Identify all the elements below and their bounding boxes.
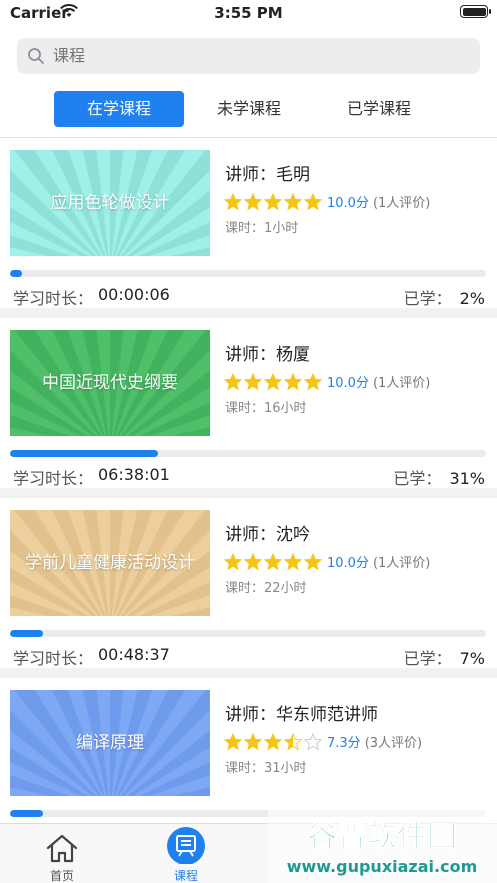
course-teacher: 讲师：华东师范讲师 (225, 705, 378, 725)
star-icon (304, 552, 322, 570)
course-title: 编译原理 (76, 733, 144, 753)
study-duration-value: 00:48:37 (98, 645, 170, 664)
progress-bar (10, 630, 486, 637)
rating-count: (3人评价) (364, 736, 423, 751)
course-title: 应用色轮做设计 (50, 193, 170, 213)
tabbar-item-home[interactable]: 首页 (0, 824, 124, 883)
rating-count: (1人评价) (372, 556, 431, 571)
course-thumbnail[interactable]: 中国近现代史纲要 (10, 330, 210, 436)
star-icon (224, 732, 242, 750)
rating-score: 10.0分 (327, 196, 369, 211)
course-teacher: 讲师：沈吟 (225, 525, 310, 545)
rating: 7.3分 (3人评价) (224, 731, 422, 751)
progress-bar (10, 450, 486, 457)
progress-fill (10, 630, 44, 637)
rating-score: 7.3分 (327, 736, 361, 751)
star-icon (224, 372, 242, 390)
star-icon (304, 372, 322, 390)
svg-text:谷普软件园: 谷普软件园 (307, 819, 457, 854)
study-duration-value: 00:00:06 (98, 285, 170, 304)
section-separator (0, 308, 497, 318)
clock-label: 3:55 PM (214, 4, 283, 22)
tabbar-label-courses: 课程 (173, 869, 198, 883)
progress-fill (10, 450, 158, 457)
star-icon (284, 732, 302, 750)
svg-text:www.gupuxiazai.com: www.gupuxiazai.com (287, 857, 478, 876)
learned-percent: 已学： 7% (404, 645, 485, 669)
rating-score: 10.0分 (327, 556, 369, 571)
status-bar: Carrier 3:55 PM (0, 0, 497, 28)
search-input[interactable] (53, 38, 453, 74)
course-thumbnail[interactable]: 编译原理 (10, 690, 210, 796)
section-separator (0, 668, 497, 678)
rating: 10.0分 (1人评价) (224, 371, 430, 391)
star-icon (284, 552, 302, 570)
my-courses-screen: Carrier 3:55 PM 在学课程 未学课程 已学课程 应用色轮做设计 讲… (0, 0, 497, 883)
learned-label: 已学： (393, 469, 442, 488)
tabbar-label-home: 首页 (49, 869, 74, 883)
rating: 10.0分 (1人评价) (224, 551, 430, 571)
course-hours: 课时：16小时 (225, 401, 307, 416)
star-icon (244, 552, 262, 570)
star-icon (264, 732, 282, 750)
learned-value: 2% (459, 289, 485, 308)
battery-icon (460, 5, 491, 18)
progress-bar (10, 270, 486, 277)
course-card[interactable]: 应用色轮做设计 讲师：毛明 10.0分 (1人评价) 课时：1小时 学习时长： 0… (0, 138, 497, 318)
star-icon (284, 192, 302, 210)
star-icon (264, 552, 282, 570)
course-hours: 课时：22小时 (225, 581, 307, 596)
course-thumbnail[interactable]: 应用色轮做设计 (10, 150, 210, 256)
course-hours: 课时：1小时 (225, 221, 299, 236)
course-teacher: 讲师：毛明 (225, 165, 310, 185)
search-icon (28, 48, 44, 64)
star-icon (244, 732, 262, 750)
rating-score: 10.0分 (327, 376, 369, 391)
course-card[interactable]: 学前儿童健康活动设计 讲师：沈吟 10.0分 (1人评价) 课时：22小时 学习时… (0, 498, 497, 678)
learned-label: 已学： (403, 649, 452, 668)
star-icon (304, 192, 322, 210)
search-bar[interactable] (17, 38, 480, 74)
rating-count: (1人评价) (372, 376, 431, 391)
star-icon (284, 372, 302, 390)
star-icon (264, 192, 282, 210)
progress-fill (10, 270, 22, 277)
learned-percent: 已学： 2% (404, 285, 485, 309)
home-icon (46, 834, 78, 863)
course-title: 学前儿童健康活动设计 (25, 553, 195, 573)
course-hours: 课时：31小时 (225, 761, 307, 776)
tab-not-started[interactable]: 未学课程 (184, 91, 314, 127)
course-teacher: 讲师：杨厦 (225, 345, 310, 365)
learned-percent: 已学： 31% (393, 465, 485, 489)
course-card[interactable]: 中国近现代史纲要 讲师：杨厦 10.0分 (1人评价) 课时：16小时 学习时长：… (0, 318, 497, 498)
course-title: 中国近现代史纲要 (42, 373, 178, 393)
study-duration-label: 学习时长： (13, 289, 94, 308)
star-icon (264, 372, 282, 390)
study-duration-label: 学习时长： (13, 649, 94, 668)
tabbar-item-courses[interactable]: 课程 (124, 824, 248, 883)
rating-count: (1人评价) (372, 196, 431, 211)
learned-value: 31% (449, 469, 485, 488)
course-status-tabs: 在学课程 未学课程 已学课程 (54, 91, 444, 127)
learned-label: 已学： (403, 289, 452, 308)
rating: 10.0分 (1人评价) (224, 191, 430, 211)
star-icon (224, 192, 242, 210)
course-thumbnail[interactable]: 学前儿童健康活动设计 (10, 510, 210, 616)
star-icon (224, 552, 242, 570)
learned-value: 7% (459, 649, 485, 668)
course-icon (167, 827, 205, 864)
study-duration-value: 06:38:01 (98, 465, 170, 484)
study-duration-label: 学习时长： (13, 469, 94, 488)
star-icon (304, 732, 322, 750)
star-icon (244, 372, 262, 390)
section-separator (0, 488, 497, 498)
tab-completed[interactable]: 已学课程 (314, 91, 444, 127)
progress-fill (10, 810, 44, 817)
star-icon (244, 192, 262, 210)
tab-learning[interactable]: 在学课程 (54, 91, 184, 127)
watermark-logo: 谷普软件园 www.gupuxiazai.com (268, 808, 497, 883)
